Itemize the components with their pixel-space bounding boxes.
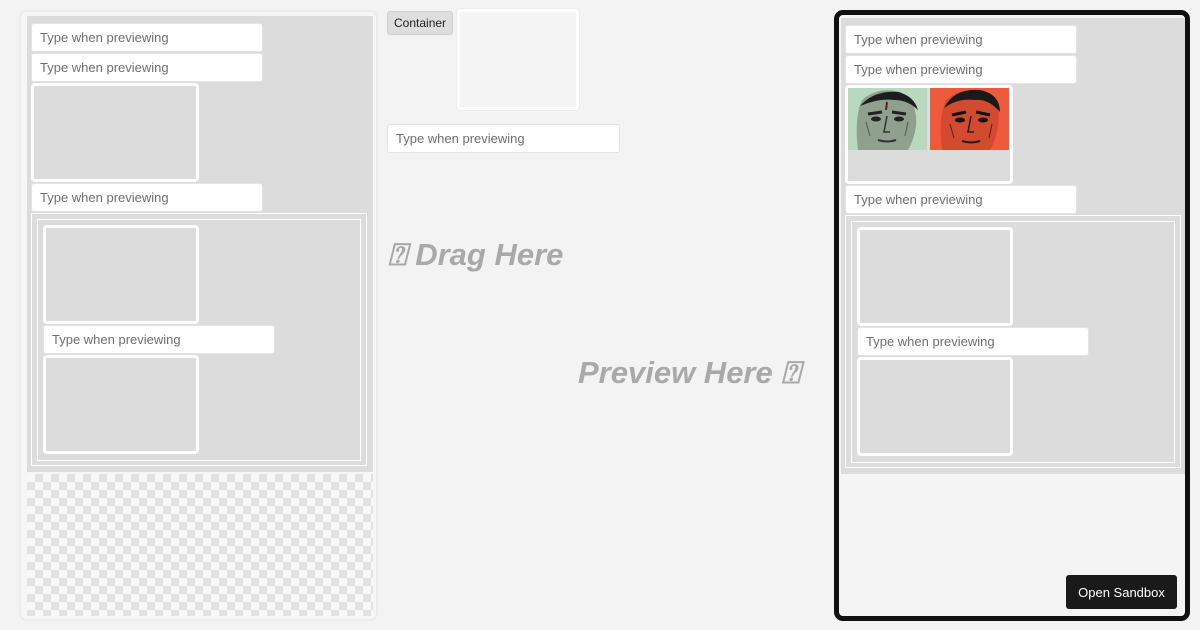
builder-text-input-1[interactable] — [31, 23, 263, 52]
open-sandbox-button[interactable]: Open Sandbox — [1066, 575, 1177, 609]
builder-text-input-3[interactable] — [31, 183, 263, 212]
preview-nested-image-slot-1 — [857, 227, 1013, 326]
preview-nested-container — [845, 215, 1181, 468]
preview-here-hint: Preview Here ⍰ — [578, 355, 800, 390]
builder-image-slot[interactable] — [31, 83, 199, 182]
builder-nested-container[interactable] — [31, 213, 367, 466]
drag-here-hint: ⍰ Drag Here — [388, 237, 564, 272]
preview-text-input-1[interactable] — [845, 25, 1077, 54]
drop-zone[interactable] — [27, 474, 373, 616]
preview-nested-inner-container — [851, 221, 1175, 463]
preview-image-gallery — [845, 85, 1013, 184]
palette-container-item[interactable]: Container — [387, 11, 454, 35]
palette-image-item[interactable] — [457, 9, 579, 110]
preview-nested-text-input[interactable] — [857, 327, 1089, 356]
builder-nested-inner-container[interactable] — [37, 219, 361, 461]
palette-text-input-item[interactable] — [387, 124, 620, 153]
preview-panel: Open Sandbox — [834, 10, 1190, 621]
face-portrait-red-icon — [930, 88, 1009, 150]
builder-panel — [19, 10, 378, 621]
face-portrait-green-icon — [848, 88, 927, 150]
builder-text-input-2[interactable] — [31, 53, 263, 82]
preview-nested-image-slot-2 — [857, 357, 1013, 456]
preview-root-container — [841, 18, 1185, 474]
preview-text-input-3[interactable] — [845, 185, 1077, 214]
builder-nested-image-slot-2[interactable] — [43, 355, 199, 454]
preview-text-input-2[interactable] — [845, 55, 1077, 84]
builder-nested-text-input[interactable] — [43, 325, 275, 354]
builder-root-container[interactable] — [27, 16, 373, 472]
builder-nested-image-slot-1[interactable] — [43, 225, 199, 324]
